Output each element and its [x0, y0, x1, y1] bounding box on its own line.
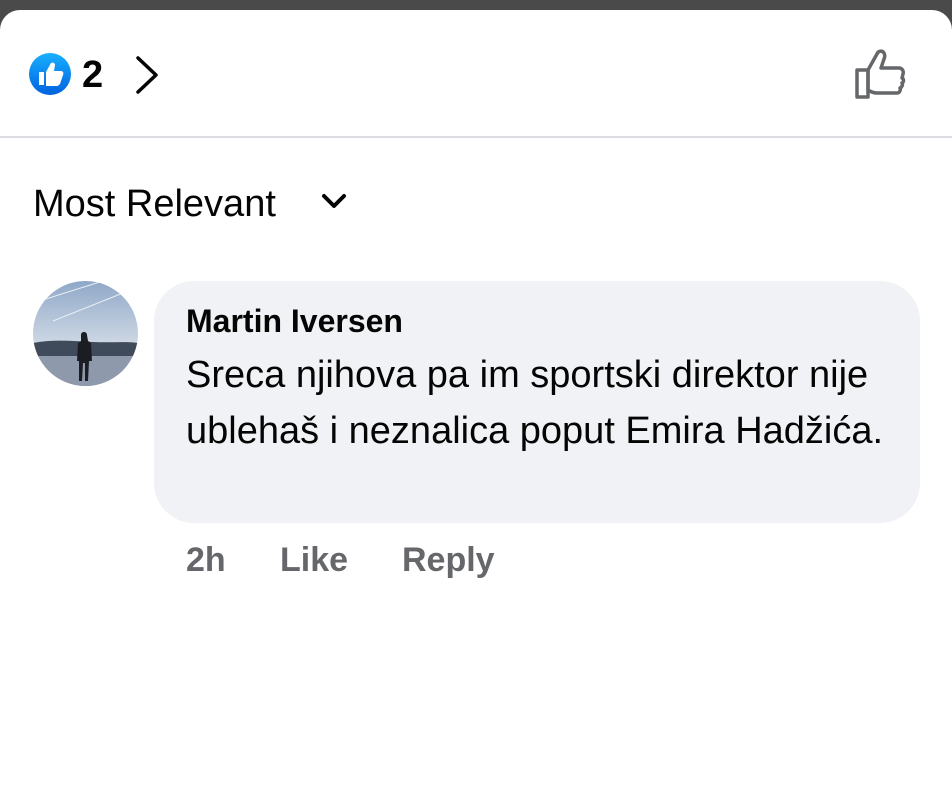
like-button[interactable]: Like	[280, 540, 348, 580]
chevron-right-icon[interactable]	[132, 54, 162, 96]
comment-bubble: Martin Iversen Sreca njihova pa im sport…	[154, 281, 920, 523]
sort-label[interactable]: Most Relevant	[33, 182, 276, 226]
comments-sheet: 2 Most Relevant Martin Iversen Sreca nji…	[0, 10, 952, 800]
comment-author[interactable]: Martin Iversen	[186, 301, 403, 341]
thumbs-up-outline-icon[interactable]	[852, 46, 912, 102]
reactions-header: 2	[0, 10, 952, 138]
chevron-down-icon[interactable]	[320, 192, 348, 212]
avatar[interactable]	[33, 281, 138, 386]
comment-text: Sreca njihova pa im sportski direktor ni…	[186, 354, 884, 452]
reaction-count[interactable]: 2	[82, 53, 103, 97]
reply-button[interactable]: Reply	[402, 540, 495, 580]
like-reaction-icon[interactable]	[28, 52, 72, 96]
comment-timestamp[interactable]: 2h	[186, 540, 226, 580]
